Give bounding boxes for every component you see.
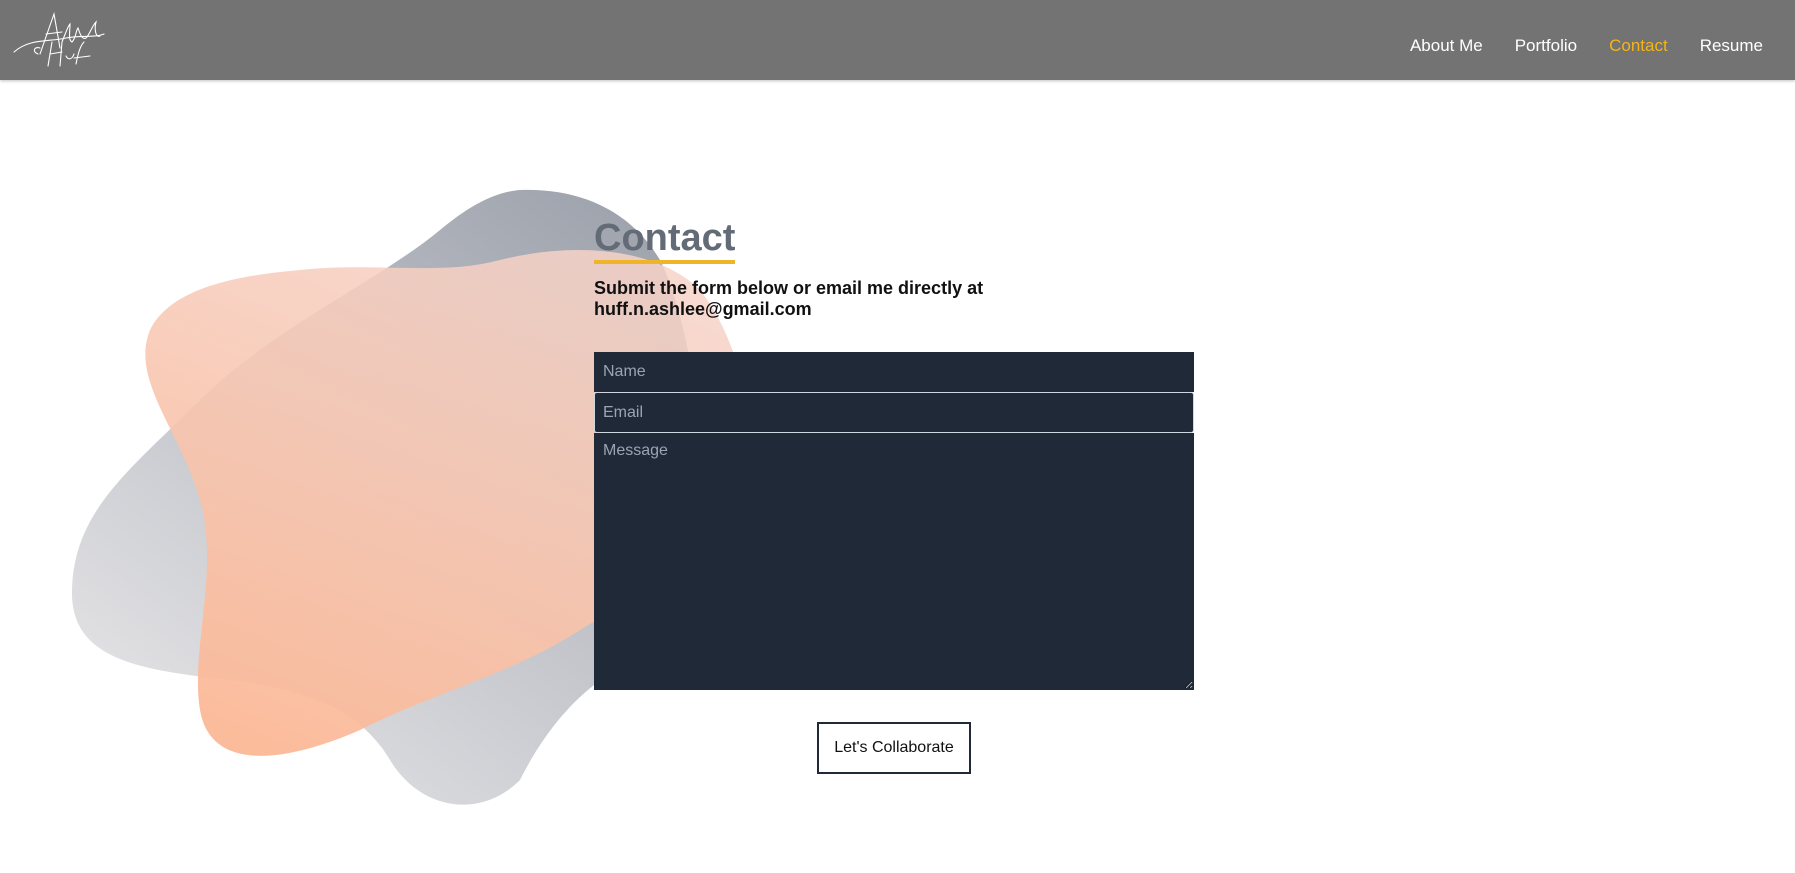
name-field[interactable]	[594, 352, 1194, 392]
nav-resume[interactable]: Resume	[1700, 36, 1763, 56]
signature-logo[interactable]	[10, 8, 110, 74]
nav-about-me[interactable]: About Me	[1410, 36, 1483, 56]
message-field[interactable]	[594, 433, 1194, 690]
navbar: About Me Portfolio Contact Resume	[0, 0, 1795, 80]
main-nav: About Me Portfolio Contact Resume	[1410, 36, 1763, 56]
submit-container: Let's Collaborate	[817, 722, 971, 774]
page-title: Contact	[594, 217, 736, 264]
contact-subtitle: Submit the form below or email me direct…	[594, 277, 984, 319]
nav-contact[interactable]: Contact	[1609, 36, 1668, 56]
email-field[interactable]	[594, 392, 1194, 433]
nav-portfolio[interactable]: Portfolio	[1515, 36, 1577, 56]
contact-section: Contact Submit the form below or email m…	[594, 217, 1194, 320]
contact-form	[594, 352, 1194, 690]
submit-button[interactable]: Let's Collaborate	[817, 722, 971, 774]
